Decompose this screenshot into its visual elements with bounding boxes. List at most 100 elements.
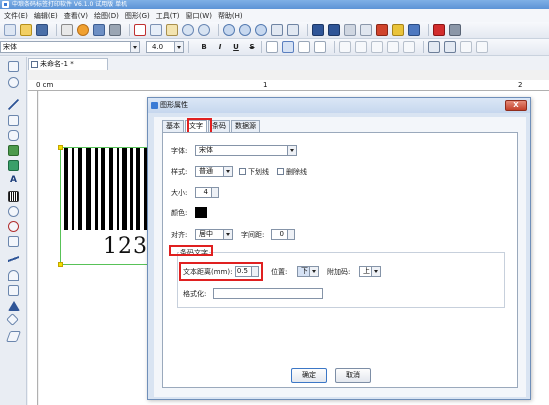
flip-icon[interactable]	[444, 41, 456, 53]
close-icon[interactable]: X	[505, 100, 527, 111]
print-preview-icon[interactable]	[77, 24, 89, 36]
valign-middle-icon[interactable]	[355, 41, 367, 53]
spinner-arrows-icon[interactable]	[287, 230, 294, 239]
dialog-title-bar[interactable]: 图形属性 X	[148, 98, 530, 113]
rounded-rectangle-icon[interactable]	[8, 130, 19, 141]
distribute-icon[interactable]	[387, 41, 399, 53]
cut-icon[interactable]	[134, 24, 146, 36]
zoom-out-icon[interactable]	[239, 24, 251, 36]
pointer-icon[interactable]	[8, 61, 19, 72]
position-select[interactable]: 下	[297, 266, 319, 277]
color-swatch[interactable]	[195, 207, 207, 218]
position-value: 下	[301, 267, 308, 275]
print-red-icon[interactable]	[433, 24, 445, 36]
text-align-center-icon[interactable]	[282, 41, 294, 53]
database-icon[interactable]	[93, 24, 105, 36]
save-icon[interactable]	[36, 24, 48, 36]
spinner-arrows-icon[interactable]	[211, 188, 218, 197]
char-spacing-icon[interactable]	[476, 41, 488, 53]
ellipse-icon[interactable]	[8, 206, 19, 217]
copy-icon[interactable]	[150, 24, 162, 36]
addon-select[interactable]: 上	[359, 266, 381, 277]
arc-icon[interactable]	[8, 270, 19, 281]
menu-tools[interactable]: 工具(T)	[156, 11, 180, 21]
text-justify-icon[interactable]	[314, 41, 326, 53]
spacing-value: 0	[279, 230, 284, 238]
rectangle-icon[interactable]	[8, 115, 19, 126]
zoom-fit-icon[interactable]	[255, 24, 267, 36]
image-icon[interactable]	[8, 145, 19, 156]
resize-handle[interactable]	[58, 145, 63, 150]
menu-edit[interactable]: 编辑(E)	[34, 11, 58, 21]
new-file-icon[interactable]	[4, 24, 16, 36]
bold-button[interactable]: B	[199, 43, 209, 51]
font-name-select[interactable]: 宋体	[0, 41, 140, 53]
menu-draw[interactable]: 绘图(D)	[94, 11, 119, 21]
triangle-icon[interactable]	[8, 301, 20, 311]
menu-help[interactable]: 帮助(H)	[218, 11, 243, 21]
pan-icon[interactable]	[8, 77, 19, 88]
undo-icon[interactable]	[182, 24, 194, 36]
paste-icon[interactable]	[166, 24, 178, 36]
italic-button[interactable]: I	[215, 43, 225, 51]
spacing-icon[interactable]	[403, 41, 415, 53]
diamond-icon[interactable]	[6, 313, 19, 326]
grid-icon[interactable]	[109, 24, 121, 36]
polyline-icon[interactable]	[8, 285, 19, 296]
barcode-icon[interactable]	[8, 191, 19, 202]
tab-datasource[interactable]: 数据源	[231, 120, 260, 132]
underline-checkbox[interactable]	[239, 168, 246, 175]
redo-icon[interactable]	[198, 24, 210, 36]
menu-window[interactable]: 窗口(W)	[186, 11, 212, 21]
settings-icon[interactable]	[449, 24, 461, 36]
strikethrough-checkbox[interactable]	[277, 168, 284, 175]
text-align-right-icon[interactable]	[298, 41, 310, 53]
underline-button[interactable]: U	[231, 43, 241, 51]
document-tab[interactable]: 未命名-1 *	[28, 58, 108, 70]
circle-icon[interactable]	[8, 221, 19, 232]
menu-bar: 文件(E) 编辑(E) 查看(V) 绘图(D) 图形(G) 工具(T) 窗口(W…	[0, 9, 549, 22]
layer-icon[interactable]	[392, 24, 404, 36]
line-spacing-icon[interactable]	[460, 41, 472, 53]
open-folder-icon[interactable]	[20, 24, 32, 36]
resize-handle[interactable]	[58, 262, 63, 267]
align-left-icon[interactable]	[312, 24, 324, 36]
zoom-width-icon[interactable]	[287, 24, 299, 36]
curve-icon[interactable]	[8, 254, 19, 265]
spacing-stepper[interactable]: 0	[271, 229, 295, 240]
table-icon[interactable]	[8, 236, 19, 247]
rotate-icon[interactable]	[428, 41, 440, 53]
align-center-icon[interactable]	[328, 24, 340, 36]
valign-top-icon[interactable]	[339, 41, 351, 53]
line-icon[interactable]	[8, 99, 19, 110]
group-icon[interactable]	[344, 24, 356, 36]
delete-icon[interactable]	[376, 24, 388, 36]
ok-button[interactable]: 确定	[291, 368, 327, 383]
text-tab-panel: 字体: 宋体 样式: 普通 下划线 删除线 大小: 4 颜色: 对齐: 居中 字…	[162, 132, 518, 388]
font-name-value: 宋体	[3, 43, 17, 51]
zoom-page-icon[interactable]	[271, 24, 283, 36]
menu-file[interactable]: 文件(E)	[4, 11, 28, 21]
text-align-left-icon[interactable]	[266, 41, 278, 53]
cancel-button[interactable]: 取消	[335, 368, 371, 383]
zoom-in-icon[interactable]	[223, 24, 235, 36]
print-icon[interactable]	[61, 24, 73, 36]
lock-icon[interactable]	[360, 24, 372, 36]
font-select[interactable]: 宋体	[195, 145, 297, 156]
valign-bottom-icon[interactable]	[371, 41, 383, 53]
align-select[interactable]: 居中	[195, 229, 233, 240]
text-icon[interactable]: A	[8, 175, 19, 186]
font-size-select[interactable]: 4.0	[146, 41, 184, 53]
shape-icon[interactable]	[8, 160, 19, 171]
tab-basic[interactable]: 基本	[162, 120, 184, 132]
style-select[interactable]: 普通	[195, 166, 233, 177]
addon-value: 上	[363, 267, 370, 275]
strikethrough-button[interactable]: S	[247, 43, 257, 51]
menu-view[interactable]: 查看(V)	[64, 11, 88, 21]
size-stepper[interactable]: 4	[195, 187, 219, 198]
batch-icon[interactable]	[408, 24, 420, 36]
parallelogram-icon[interactable]	[5, 331, 22, 342]
format-input[interactable]	[213, 288, 323, 299]
barcode-bar	[109, 148, 113, 230]
menu-shape[interactable]: 图形(G)	[125, 11, 150, 21]
